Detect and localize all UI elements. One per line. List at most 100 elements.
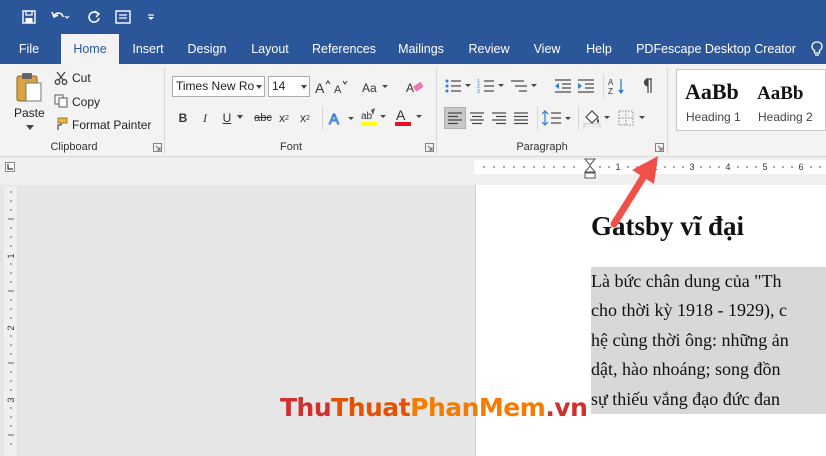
paragraph-line[interactable]: cho thời kỳ 1918 - 1929), c	[591, 296, 826, 325]
copy-button[interactable]: Copy	[72, 95, 100, 109]
style-name-heading1[interactable]: Heading 1	[686, 110, 741, 124]
ruler-number: 3	[689, 162, 694, 172]
tab-selector-icon[interactable]	[5, 162, 15, 172]
group-separator	[164, 68, 165, 154]
tab-home[interactable]: Home	[61, 34, 119, 64]
format-painter-icon[interactable]	[53, 116, 69, 132]
save-icon[interactable]	[18, 0, 40, 34]
vruler-number: 1	[6, 253, 16, 258]
font-name-value: Times New Ro	[176, 79, 255, 93]
customize-qat-icon[interactable]	[144, 0, 158, 34]
scissors-icon[interactable]	[53, 70, 69, 86]
svg-text:ab: ab	[361, 111, 373, 122]
tab-mailings[interactable]: Mailings	[390, 34, 452, 64]
shrink-font-icon[interactable]: A	[334, 77, 350, 97]
bullets-icon[interactable]	[444, 76, 474, 96]
ruler-number: 6	[798, 162, 803, 172]
underline-dropdown-icon[interactable]	[236, 113, 244, 121]
ruler-number: 5	[762, 162, 767, 172]
numbering-icon[interactable]: 123	[477, 76, 507, 96]
align-left-icon[interactable]	[444, 107, 466, 129]
vruler-number: 3	[6, 397, 16, 402]
italic-button[interactable]: I	[198, 108, 212, 128]
clear-formatting-icon[interactable]: A	[405, 77, 425, 97]
svg-text:3: 3	[477, 89, 480, 94]
style-preview-heading1[interactable]: AaBb	[685, 79, 745, 105]
redo-icon[interactable]	[84, 0, 104, 34]
show-hide-marks-icon[interactable]	[638, 76, 656, 96]
vruler-number: 2	[6, 325, 16, 330]
align-center-icon[interactable]	[466, 107, 488, 129]
font-size-value: 14	[272, 79, 286, 93]
superscript-button[interactable]: x2	[298, 108, 312, 128]
style-preview-heading2[interactable]: AaBb	[757, 83, 803, 105]
styles-gallery[interactable]: AaBb Heading 1 AaBb Heading 2	[676, 69, 826, 131]
line-spacing-icon[interactable]	[541, 107, 573, 129]
tab-file[interactable]: File	[10, 34, 48, 64]
multilevel-list-icon[interactable]	[510, 76, 540, 96]
cut-button[interactable]: Cut	[72, 71, 91, 85]
group-separator	[578, 106, 579, 130]
paragraph-line[interactable]: Là bức chân dung của "Th	[591, 267, 826, 296]
shading-icon[interactable]	[582, 107, 614, 129]
paste-icon[interactable]	[12, 70, 46, 104]
sort-icon[interactable]: AZ	[607, 76, 627, 96]
indent-markers-icon[interactable]	[584, 158, 596, 180]
svg-text:A: A	[396, 107, 406, 123]
watermark-part: Thuat	[331, 393, 411, 422]
selected-paragraph[interactable]: Là bức chân dung của "Th cho thời kỳ 191…	[591, 267, 826, 414]
clipboard-dialog-launcher-icon[interactable]	[153, 143, 162, 152]
underline-button[interactable]: U	[220, 108, 234, 128]
undo-icon[interactable]	[48, 0, 72, 34]
watermark-part: .vn	[545, 393, 588, 422]
paste-button[interactable]: Paste	[14, 106, 45, 120]
highlight-color-icon[interactable]: ab	[360, 106, 388, 128]
font-group-label: Font	[279, 141, 302, 153]
font-color-icon[interactable]: A	[394, 106, 424, 128]
font-size-box[interactable]: 14	[268, 76, 310, 97]
tab-review[interactable]: Review	[462, 34, 516, 64]
paste-dropdown-icon[interactable]	[25, 123, 35, 131]
bold-button[interactable]: B	[176, 108, 190, 128]
grow-font-icon[interactable]: A	[315, 77, 331, 97]
tab-layout[interactable]: Layout	[244, 34, 296, 64]
vertical-ruler[interactable]: 1 2 3	[4, 186, 18, 456]
align-right-icon[interactable]	[488, 107, 510, 129]
style-name-heading2[interactable]: Heading 2	[758, 110, 813, 124]
clipboard-group-label: Clipboard	[50, 141, 98, 153]
font-dialog-launcher-icon[interactable]	[425, 143, 434, 152]
borders-icon[interactable]	[617, 107, 649, 129]
svg-text:A: A	[315, 80, 325, 95]
text-effects-icon[interactable]: A	[328, 108, 356, 128]
font-name-box[interactable]: Times New Ro	[172, 76, 265, 97]
paragraph-line[interactable]: sự thiếu vắng đạo đức đan	[591, 385, 826, 414]
tab-view[interactable]: View	[526, 34, 568, 64]
increase-indent-icon[interactable]	[576, 76, 596, 96]
change-case-icon[interactable]: Aa	[362, 77, 390, 97]
paragraph-line[interactable]: dật, hào nhoáng; song đồn	[591, 355, 826, 384]
watermark-part: Thu	[280, 393, 332, 422]
copy-icon[interactable]	[53, 93, 69, 109]
svg-text:A: A	[329, 111, 339, 127]
format-painter-button[interactable]: Format Painter	[72, 118, 151, 132]
svg-text:Aa: Aa	[362, 81, 377, 95]
justify-icon[interactable]	[510, 107, 532, 129]
tab-pdfescape[interactable]: PDFescape Desktop Creator	[632, 34, 800, 64]
strikethrough-button[interactable]: abc	[252, 108, 274, 128]
decrease-indent-icon[interactable]	[553, 76, 573, 96]
tab-insert[interactable]: Insert	[124, 34, 172, 64]
annotation-arrow-icon	[610, 156, 658, 228]
group-separator	[322, 106, 323, 130]
chevron-down-icon[interactable]	[301, 85, 307, 89]
svg-text:Z: Z	[608, 87, 613, 95]
paragraph-line[interactable]: hệ cùng thời ông: những ản	[591, 326, 826, 355]
tab-design[interactable]: Design	[180, 34, 234, 64]
watermark-logo: ThuThuatPhanMem.vn	[280, 393, 588, 422]
subscript-button[interactable]: x2	[277, 108, 291, 128]
tab-references[interactable]: References	[306, 34, 382, 64]
print-preview-icon[interactable]	[112, 0, 134, 34]
chevron-down-icon[interactable]	[256, 85, 262, 89]
lightbulb-icon[interactable]	[808, 34, 826, 64]
tab-help[interactable]: Help	[578, 34, 620, 64]
paragraph-group-label: Paragraph	[516, 141, 568, 153]
